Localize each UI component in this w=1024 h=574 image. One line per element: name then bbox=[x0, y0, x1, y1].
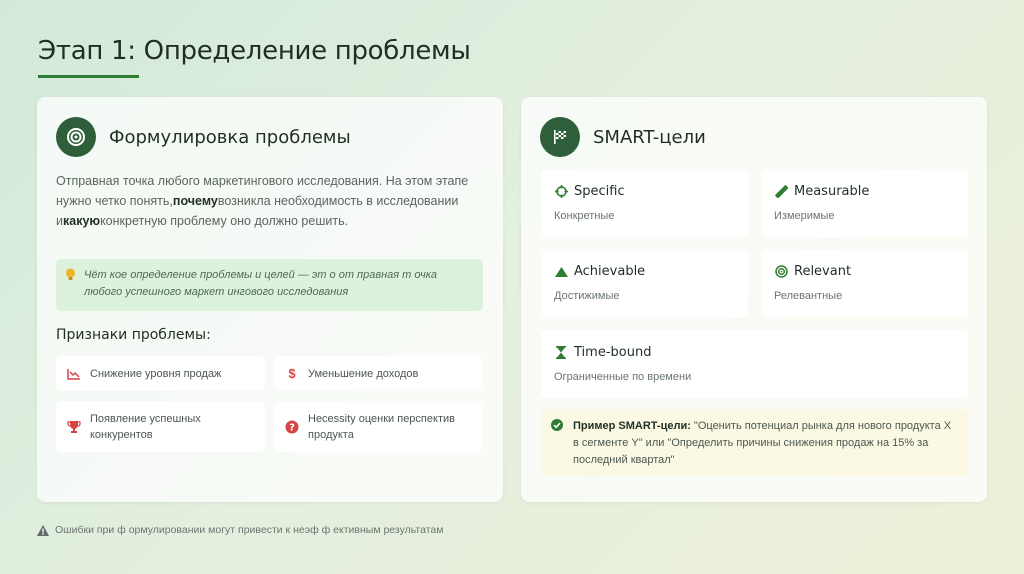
smart-item-label: Specific bbox=[574, 184, 625, 199]
smart-item-sub: Достижимые bbox=[554, 290, 620, 302]
problem-card-header: Формулировка проблемы bbox=[56, 117, 351, 157]
mountain-icon bbox=[554, 266, 568, 278]
key-quote-box: Чёт кое определение проблемы и целей — э… bbox=[56, 259, 483, 311]
smart-item-sub: Конкретные bbox=[554, 210, 615, 222]
footer-warning: Ошибки при ф ормулировании могут привест… bbox=[37, 524, 443, 536]
sign-competitors: Появление успешных конкурентов bbox=[56, 401, 265, 452]
dollar-icon: $ bbox=[288, 365, 296, 381]
smart-item-time-bound: Time-bound Ограниченные по времени bbox=[541, 330, 968, 398]
smart-item-achievable: Achievable Достижимые bbox=[541, 249, 748, 317]
smart-goals-card: SMART-цели Specific Конкретные Measurabl… bbox=[521, 97, 987, 502]
problem-formulation-card: Формулировка проблемы Отправная точка лю… bbox=[37, 97, 503, 502]
smart-item-specific: Specific Конкретные bbox=[541, 169, 748, 237]
title-underline bbox=[38, 75, 139, 78]
sign-label: Появление успешных конкурентов bbox=[90, 412, 201, 441]
chart-down-icon bbox=[66, 368, 82, 380]
intro-part-3: конкретную проблему оно должно решить. bbox=[100, 214, 349, 228]
smart-item-label: Measurable bbox=[794, 184, 870, 199]
smart-item-label-row: Specific bbox=[554, 184, 625, 199]
smart-item-label-row: Time-bound bbox=[554, 345, 651, 360]
sign-product-prospects: ? Hecessity оценки перспектив продукта bbox=[274, 401, 483, 452]
bullseye-icon bbox=[774, 265, 788, 278]
smart-item-relevant: Relevant Релевантные bbox=[761, 249, 968, 317]
trophy-icon bbox=[66, 420, 82, 434]
sign-label: Hecessity оценки перспектив продукта bbox=[308, 412, 455, 441]
smart-item-label: Time-bound bbox=[574, 345, 652, 360]
sign-income-decline: $ Уменьшение доходов bbox=[274, 356, 483, 391]
smart-example-box: Пример SMART-цели: "Оценить потенциал ры… bbox=[541, 409, 968, 476]
target-icon bbox=[56, 117, 96, 157]
sign-label: Уменьшение доходов bbox=[308, 367, 419, 380]
check-circle-icon bbox=[551, 419, 563, 437]
lightbulb-icon bbox=[65, 268, 76, 287]
quote-text: Чёт кое определение проблемы и целей — э… bbox=[84, 269, 438, 298]
page-title: Этап 1: Определение проблемы bbox=[38, 36, 471, 66]
smart-item-sub: Ограниченные по времени bbox=[554, 371, 692, 383]
problem-card-title: Формулировка проблемы bbox=[109, 126, 351, 148]
example-label: Пример SMART-цели: bbox=[573, 420, 691, 432]
svg-text:?: ? bbox=[289, 422, 295, 433]
problem-intro-text: Отправная точка любого маркетингового ис… bbox=[56, 171, 476, 231]
smart-item-sub: Релевантные bbox=[774, 290, 843, 302]
smart-item-label-row: Achievable bbox=[554, 264, 645, 279]
smart-item-measurable: Measurable Измеримые bbox=[761, 169, 968, 237]
smart-item-label: Achievable bbox=[574, 264, 646, 279]
question-icon: ? bbox=[284, 420, 300, 434]
signs-title: Признаки проблемы: bbox=[56, 327, 211, 343]
smart-item-sub: Измеримые bbox=[774, 210, 835, 222]
smart-card-title: SMART-цели bbox=[593, 126, 706, 148]
sign-sales-decline: Снижение уровня продаж bbox=[56, 356, 265, 391]
flag-icon bbox=[540, 117, 580, 157]
warning-icon bbox=[37, 524, 49, 536]
hourglass-icon bbox=[554, 346, 568, 359]
intro-bold-why: почему bbox=[172, 194, 218, 208]
smart-item-label-row: Relevant bbox=[774, 264, 851, 279]
smart-item-label-row: Measurable bbox=[774, 184, 869, 199]
footer-text: Ошибки при ф ормулировании могут привест… bbox=[55, 524, 444, 536]
ruler-icon bbox=[774, 185, 788, 198]
intro-bold-which: какую bbox=[62, 214, 101, 228]
sign-label: Снижение уровня продаж bbox=[90, 367, 222, 380]
smart-card-header: SMART-цели bbox=[540, 117, 706, 157]
crosshair-icon bbox=[554, 185, 568, 198]
smart-item-label: Relevant bbox=[794, 264, 852, 279]
